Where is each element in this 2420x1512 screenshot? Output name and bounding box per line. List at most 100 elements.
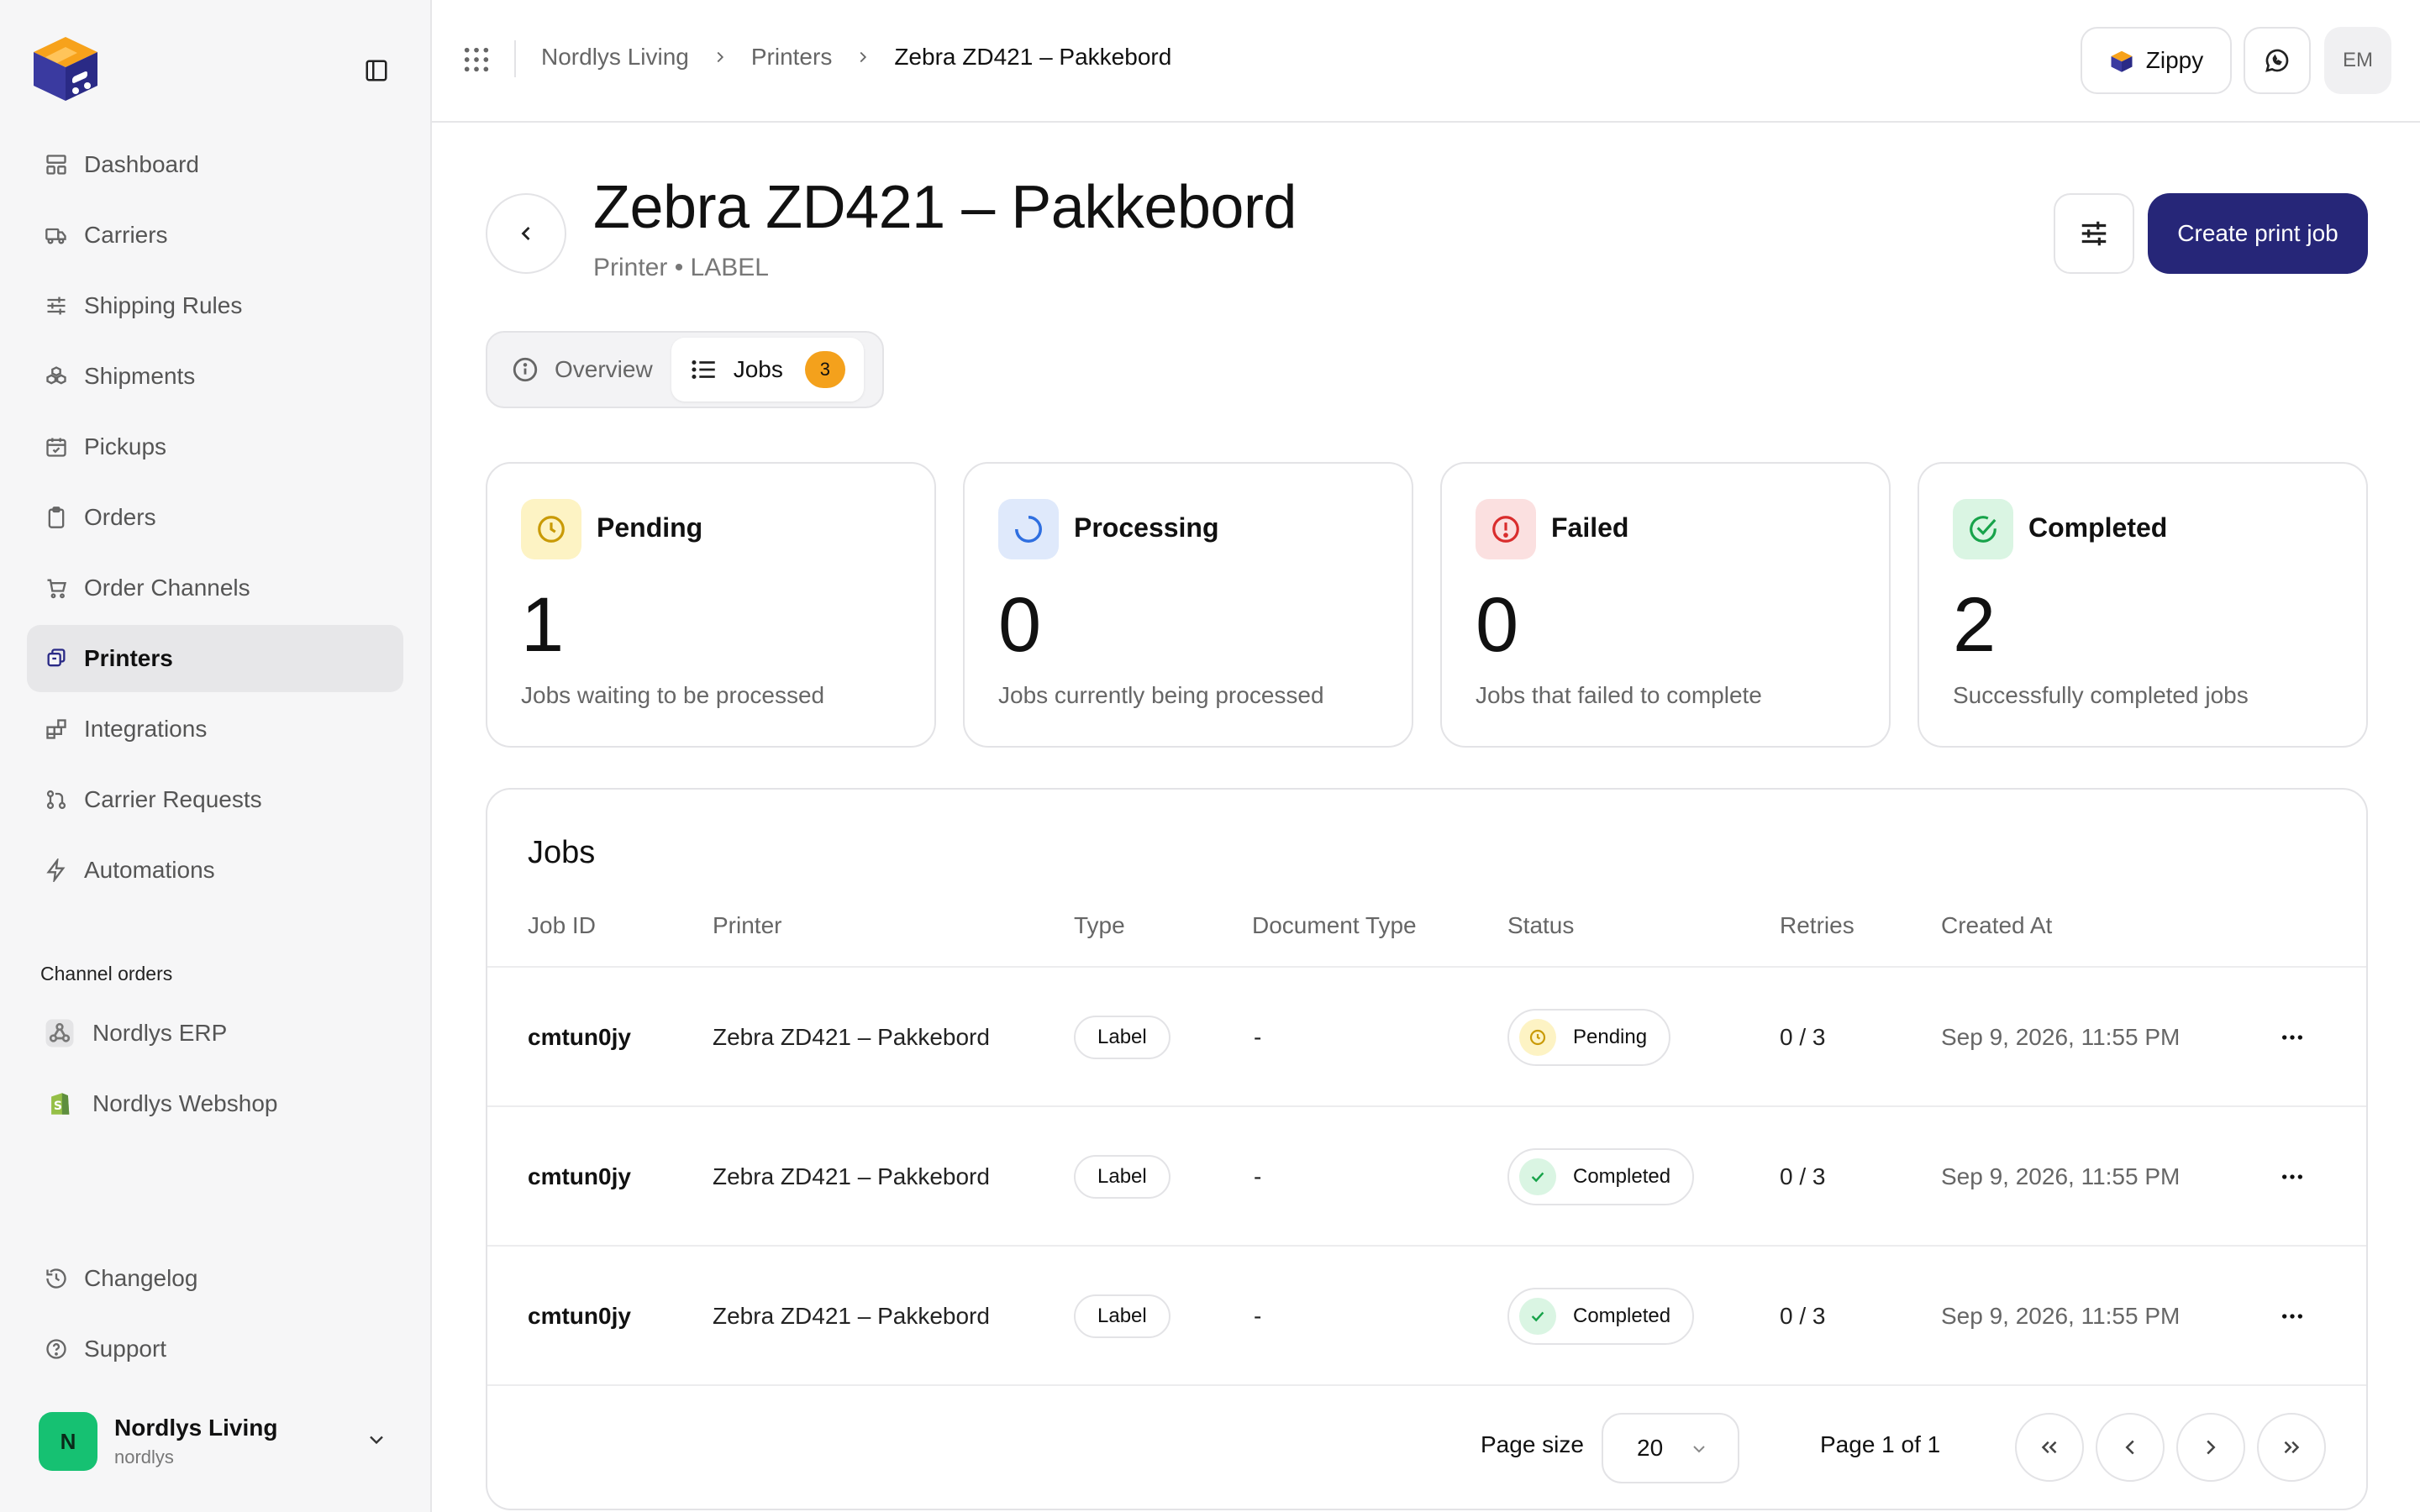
breadcrumb-item-printers[interactable]: Printers	[751, 44, 832, 71]
git-pull-icon	[44, 787, 69, 812]
chevrons-right-icon	[2284, 1441, 2300, 1454]
table-row[interactable]: cmtun0jy Zebra ZD421 – Pakkebord Label -…	[487, 1245, 2366, 1386]
app-window: Dashboard Carriers Shipping Rules Shipme…	[0, 0, 2420, 1512]
create-print-job-button[interactable]: Create print job	[2148, 193, 2368, 274]
breadcrumb: Nordlys Living Printers Zebra ZD421 – Pa…	[541, 44, 1171, 71]
sidebar-item-changelog[interactable]: Changelog	[27, 1245, 403, 1312]
first-page-button[interactable]	[2015, 1413, 2084, 1482]
sidebar-item-dashboard[interactable]: Dashboard	[27, 131, 403, 198]
message-circle-icon	[2265, 49, 2289, 72]
sidebar-item-carrier-requests[interactable]: Carrier Requests	[27, 766, 403, 833]
more-horizontal-icon	[2282, 1174, 2302, 1179]
shopify-icon: S	[44, 1088, 76, 1120]
app-logo[interactable]	[27, 27, 104, 104]
svg-text:S: S	[54, 1100, 62, 1113]
next-page-button[interactable]	[2176, 1413, 2245, 1482]
breadcrumb-item-org[interactable]: Nordlys Living	[541, 44, 689, 71]
zippy-logo-icon	[2109, 48, 2134, 73]
sidebar-item-pickups[interactable]: Pickups	[27, 413, 403, 480]
org-avatar: N	[39, 1412, 97, 1471]
status-label: Completed	[1573, 1165, 1671, 1188]
boxes-icon	[44, 364, 69, 389]
channel-item-nordlys-erp[interactable]: Nordlys ERP	[27, 1000, 403, 1067]
more-horizontal-icon	[2282, 1314, 2302, 1319]
page-subtitle: Printer • LABEL	[593, 254, 769, 281]
document-type-cell: -	[1254, 1303, 1262, 1329]
jobs-count-badge: 3	[804, 351, 845, 388]
channel-item-nordlys-webshop[interactable]: S Nordlys Webshop	[27, 1070, 403, 1137]
row-actions-button[interactable]	[2279, 968, 2306, 1107]
page-size-select[interactable]: 20	[1602, 1413, 1739, 1483]
chevrons-left-icon	[2041, 1441, 2057, 1454]
table-row[interactable]: cmtun0jy Zebra ZD421 – Pakkebord Label -…	[487, 966, 2366, 1107]
tab-overview[interactable]: Overview	[492, 338, 671, 402]
sidebar-toggle-button[interactable]	[360, 54, 393, 87]
sidebar: Dashboard Carriers Shipping Rules Shipme…	[0, 0, 432, 1512]
channel-label: Nordlys ERP	[92, 1020, 228, 1046]
job-id-cell: cmtun0jy	[528, 1163, 631, 1189]
retries-cell: 0 / 3	[1780, 1303, 1826, 1329]
sidebar-item-label: Orders	[84, 504, 156, 530]
sliders-horizontal-icon	[2081, 221, 2107, 246]
column-header-document-type: Document Type	[1252, 912, 1417, 938]
channel-orders-heading: Channel orders	[40, 963, 173, 984]
user-avatar[interactable]: EM	[2324, 27, 2391, 94]
created-at-cell: Sep 9, 2026, 11:55 PM	[1941, 1024, 2181, 1050]
chat-button[interactable]	[2244, 27, 2311, 94]
last-page-button[interactable]	[2257, 1413, 2326, 1482]
column-header-printer: Printer	[713, 912, 782, 938]
row-actions-button[interactable]	[2279, 1107, 2306, 1247]
sidebar-item-label: Dashboard	[84, 151, 199, 177]
zap-icon	[44, 858, 69, 883]
sidebar-item-shipping-rules[interactable]: Shipping Rules	[27, 272, 403, 339]
status-label: Pending	[1573, 1026, 1648, 1048]
row-actions-button[interactable]	[2279, 1247, 2306, 1386]
loader-icon	[998, 499, 1059, 559]
retries-cell: 0 / 3	[1780, 1163, 1826, 1189]
tab-jobs[interactable]: Jobs 3	[671, 338, 864, 402]
org-name: Nordlys Living	[114, 1415, 278, 1441]
column-header-status: Status	[1507, 912, 1575, 938]
job-id-cell: cmtun0jy	[528, 1024, 631, 1050]
sidebar-item-automations[interactable]: Automations	[27, 837, 403, 904]
status-badge: Pending	[1507, 1009, 1671, 1066]
stat-value: 2	[1953, 582, 1996, 668]
stat-label: Completed	[2028, 512, 2168, 543]
calendar-check-icon	[44, 434, 69, 459]
sidebar-item-shipments[interactable]: Shipments	[27, 343, 403, 410]
pagination-bar: Page size 20 Page 1 of 1	[487, 1384, 2366, 1509]
sidebar-item-order-channels[interactable]: Order Channels	[27, 554, 403, 622]
chevron-right-icon	[854, 48, 872, 66]
created-at-cell: Sep 9, 2026, 11:55 PM	[1941, 1303, 2181, 1329]
alert-circle-icon	[1476, 499, 1536, 559]
stat-card-failed: Failed 0 Jobs that failed to complete	[1440, 462, 1891, 748]
info-icon	[511, 355, 539, 384]
sidebar-item-support[interactable]: Support	[27, 1315, 403, 1383]
blocks-icon	[44, 717, 69, 742]
sidebar-item-orders[interactable]: Orders	[27, 484, 403, 551]
back-button[interactable]	[486, 193, 566, 274]
stat-label: Processing	[1074, 512, 1219, 543]
sidebar-item-integrations[interactable]: Integrations	[27, 696, 403, 763]
sidebar-item-label: Order Channels	[84, 575, 250, 601]
chevron-right-icon	[2207, 1440, 2216, 1455]
table-row[interactable]: cmtun0jy Zebra ZD421 – Pakkebord Label -…	[487, 1105, 2366, 1247]
sidebar-item-carriers[interactable]: Carriers	[27, 202, 403, 269]
sidebar-item-printers[interactable]: Printers	[27, 625, 403, 692]
settings-button[interactable]	[2054, 193, 2134, 274]
previous-page-button[interactable]	[2096, 1413, 2165, 1482]
jobs-table-card: Jobs Job ID Printer Type Document Type S…	[486, 788, 2368, 1510]
stat-card-completed: Completed 2 Successfully completed jobs	[1918, 462, 2368, 748]
list-icon	[690, 355, 718, 384]
type-badge: Label	[1074, 1155, 1171, 1199]
webhook-icon	[44, 1017, 76, 1049]
channel-list: Nordlys ERP S Nordlys Webshop	[27, 1000, 403, 1141]
tab-label: Jobs	[733, 356, 783, 382]
zippy-assistant-button[interactable]: Zippy	[2081, 27, 2232, 94]
document-type-cell: -	[1254, 1163, 1262, 1189]
org-switcher[interactable]: N Nordlys Living nordlys	[27, 1401, 403, 1482]
clock-icon	[1519, 1019, 1556, 1056]
status-badge: Completed	[1507, 1288, 1695, 1345]
page-size-value: 20	[1637, 1435, 1664, 1461]
apps-grid-icon[interactable]	[462, 45, 491, 78]
